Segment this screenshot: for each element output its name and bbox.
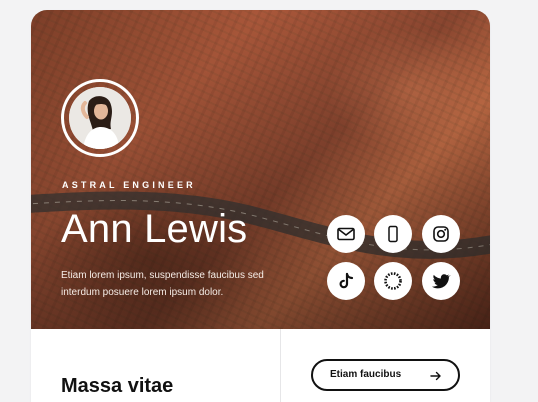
- tiktok-icon: [339, 272, 354, 289]
- social-ring-button[interactable]: [374, 262, 412, 300]
- cta-label: Etiam faucibus: [330, 369, 402, 380]
- avatar: [61, 79, 139, 157]
- avatar-photo: [69, 87, 131, 149]
- social-twitter-button[interactable]: [422, 262, 460, 300]
- card-footer: Massa vitae Etiam faucibus: [31, 329, 490, 402]
- role-label: ASTRAL ENGINEER: [62, 180, 196, 190]
- social-mail-button[interactable]: [327, 215, 365, 253]
- twitter-icon: [431, 274, 451, 289]
- profile-card: ASTRAL ENGINEER Ann Lewis Etiam lorem ip…: [31, 10, 490, 402]
- ring-icon: [384, 272, 402, 290]
- social-phone-button[interactable]: [374, 215, 412, 253]
- arrow-right-icon: [430, 371, 441, 381]
- profile-name: Ann Lewis: [61, 207, 248, 251]
- phone-icon: [388, 225, 398, 243]
- section-title: Massa vitae: [61, 375, 174, 397]
- social-instagram-button[interactable]: [422, 215, 460, 253]
- hero-banner: ASTRAL ENGINEER Ann Lewis Etiam lorem ip…: [31, 10, 490, 329]
- social-links: [327, 215, 467, 305]
- profile-bio: Etiam lorem ipsum, suspendisse faucibus …: [61, 270, 264, 298]
- cta-button[interactable]: Etiam faucibus: [311, 359, 460, 391]
- mail-icon: [337, 227, 355, 241]
- instagram-icon: [433, 226, 449, 242]
- footer-divider: [280, 329, 281, 402]
- social-tiktok-button[interactable]: [327, 262, 365, 300]
